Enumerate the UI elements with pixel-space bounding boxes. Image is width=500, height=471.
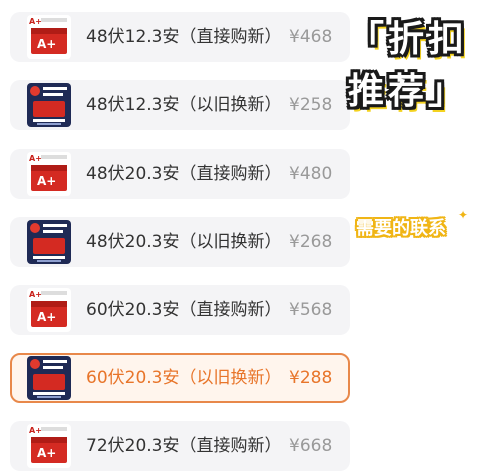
svg-text:A+: A+ <box>29 290 42 299</box>
option-price: ¥568 <box>289 300 333 320</box>
sku-option-selected[interactable]: 60伏20.3安（以旧换新） ¥288 <box>10 353 350 403</box>
svg-text:A+: A+ <box>37 446 56 460</box>
option-price: ¥268 <box>289 232 333 252</box>
option-price: ¥288 <box>289 368 333 388</box>
sku-option[interactable]: 48伏12.3安（以旧换新） ¥258 <box>10 80 350 130</box>
option-label: 48伏20.3安（直接购新） <box>86 164 282 184</box>
svg-text:A+: A+ <box>29 17 42 26</box>
option-price: ¥668 <box>289 436 333 456</box>
sku-option[interactable]: A+ A+ 72伏20.3安（直接购新） ¥668 <box>10 421 350 471</box>
product-thumbnail: A+ A+ <box>27 15 71 59</box>
contact-note: 需要的联系 <box>356 218 446 239</box>
product-thumbnail <box>27 83 71 127</box>
svg-text:A+: A+ <box>37 37 56 51</box>
svg-text:A+: A+ <box>37 174 56 188</box>
product-thumbnail: A+ A+ <box>27 288 71 332</box>
promo-line-2: 推荐」 <box>348 71 469 112</box>
sku-option[interactable]: A+ A+ 48伏20.3安（直接购新） ¥480 <box>10 149 350 199</box>
product-thumbnail: A+ A+ <box>27 152 71 196</box>
sku-option[interactable]: A+ A+ 60伏20.3安（直接购新） ¥568 <box>10 285 350 335</box>
sparkle-icon: ✦ <box>458 208 469 222</box>
option-label: 48伏12.3安（以旧换新） <box>86 95 282 115</box>
svg-text:A+: A+ <box>29 426 42 435</box>
sku-option[interactable]: A+ A+ 48伏12.3安（直接购新） ¥468 <box>10 12 350 62</box>
product-thumbnail <box>27 356 71 400</box>
svg-text:A+: A+ <box>29 154 42 163</box>
promo-line-1: 「折扣 <box>348 19 469 60</box>
sku-option-list: A+ A+ 48伏12.3安（直接购新） ¥468 48伏12.3安（以旧换新）… <box>0 0 360 471</box>
option-label: 72伏20.3安（直接购新） <box>86 436 282 456</box>
option-price: ¥480 <box>289 164 333 184</box>
sku-option[interactable]: 48伏20.3安（以旧换新） ¥268 <box>10 217 350 267</box>
product-thumbnail <box>27 220 71 264</box>
promo-sticker: 「折扣 推荐」 <box>348 14 478 118</box>
option-price: ¥258 <box>289 95 333 115</box>
product-thumbnail: A+ A+ <box>27 424 71 468</box>
option-price: ¥468 <box>289 27 333 47</box>
option-label: 60伏20.3安（直接购新） <box>86 300 282 320</box>
svg-text:A+: A+ <box>37 310 56 324</box>
option-label: 48伏20.3安（以旧换新） <box>86 232 282 252</box>
option-label: 60伏20.3安（以旧换新） <box>86 368 282 388</box>
option-label: 48伏12.3安（直接购新） <box>86 27 282 47</box>
